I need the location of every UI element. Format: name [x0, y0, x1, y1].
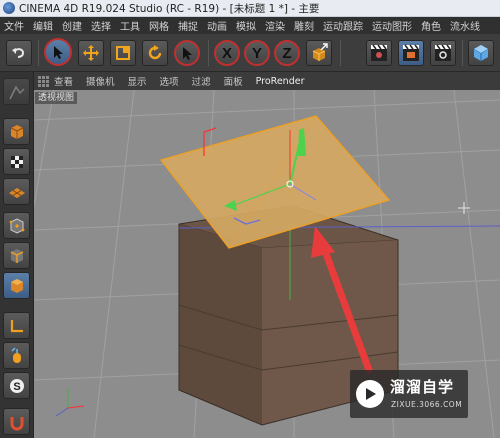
world-axis-indicator	[55, 388, 85, 417]
x-axis-lock-button[interactable]: X	[214, 40, 240, 66]
viewport-menu-options[interactable]: 选项	[160, 74, 179, 88]
add-cube-button[interactable]	[468, 40, 494, 66]
menu-tools[interactable]: 工具	[120, 18, 140, 33]
play-icon	[366, 388, 376, 400]
z-axis-lock-button[interactable]: Z	[274, 40, 300, 66]
menu-edit[interactable]: 编辑	[33, 18, 53, 33]
x-axis-icon: X	[221, 44, 232, 62]
enable-axis-icon	[10, 319, 23, 332]
texture-mode-button[interactable]	[3, 148, 30, 175]
viewport-menu-display[interactable]: 显示	[128, 74, 147, 88]
window-title: CINEMA 4D R19.024 Studio (RC - R19) - [未…	[19, 2, 320, 15]
make-editable-icon	[8, 85, 25, 99]
y-axis-icon: Y	[251, 44, 262, 62]
move-icon	[83, 45, 99, 61]
viewport-label: 透视视图	[35, 92, 78, 104]
menu-snap[interactable]: 捕捉	[178, 18, 198, 33]
snap-button[interactable]: S	[3, 372, 30, 399]
points-mode-button[interactable]	[3, 212, 30, 239]
render-picture-viewer-button[interactable]	[398, 40, 424, 66]
viewport-menu-bar: 查看 摄像机 显示 选项 过滤 面板 ProRender	[34, 72, 500, 90]
menu-create[interactable]: 创建	[62, 18, 82, 33]
polygons-mode-icon	[10, 278, 23, 293]
left-toolbar: S	[0, 72, 34, 438]
undo-icon	[12, 48, 25, 58]
render-view-button[interactable]	[366, 40, 392, 66]
move-tool-button[interactable]	[78, 40, 104, 66]
points-mode-icon	[9, 217, 24, 234]
menu-motion-tracker[interactable]: 运动跟踪	[323, 18, 363, 33]
coordinate-system-icon	[312, 43, 328, 61]
menu-sculpt[interactable]: 雕刻	[294, 18, 314, 33]
viewport-menu-panel[interactable]: 面板	[224, 74, 243, 88]
menu-simulate[interactable]: 模拟	[236, 18, 256, 33]
render-settings-icon	[435, 44, 451, 61]
polygons-mode-button[interactable]	[3, 272, 30, 299]
snap-icon: S	[9, 378, 24, 393]
tweak-icon	[10, 346, 21, 363]
enable-axis-button[interactable]	[3, 312, 30, 339]
svg-text:S: S	[13, 381, 20, 393]
menu-character[interactable]: 角色	[421, 18, 441, 33]
main-toolbar: X Y Z	[0, 34, 500, 72]
edges-mode-button[interactable]	[3, 242, 30, 269]
workplane-mode-button[interactable]	[3, 178, 30, 205]
magnet-icon	[10, 416, 23, 430]
menu-bar: 文件 编辑 创建 选择 工具 网格 捕捉 动画 模拟 渲染 雕刻 运动跟踪 运动…	[0, 17, 500, 34]
viewport-menu-view[interactable]: 查看	[54, 74, 73, 88]
recent-tool-icon	[183, 47, 192, 60]
viewport-menu-cameras[interactable]: 摄像机	[86, 74, 115, 88]
select-tool-button[interactable]	[44, 38, 72, 66]
render-picture-viewer-icon	[403, 44, 419, 61]
menu-pipeline[interactable]: 流水线	[450, 18, 480, 33]
title-bar: CINEMA 4D R19.024 Studio (RC - R19) - [未…	[0, 0, 500, 17]
workplane-mode-icon	[8, 187, 25, 198]
z-axis-icon: Z	[282, 44, 292, 62]
toolbar-separator	[340, 40, 341, 66]
toolbar-separator	[208, 40, 209, 66]
viewport-menu-filter[interactable]: 过滤	[192, 74, 211, 88]
viewport-grip-icon	[38, 76, 49, 87]
viewport-menu-prorender[interactable]: ProRender	[256, 76, 305, 87]
magnet-button[interactable]	[3, 408, 30, 435]
undo-button[interactable]	[6, 40, 32, 66]
coordinate-system-button[interactable]	[306, 40, 332, 66]
menu-mograph[interactable]: 运动图形	[372, 18, 412, 33]
menu-animate[interactable]: 动画	[207, 18, 227, 33]
toolbar-separator	[38, 40, 39, 66]
render-view-icon	[371, 44, 387, 61]
rotate-icon	[148, 45, 162, 60]
rotate-tool-button[interactable]	[142, 40, 168, 66]
scale-tool-button[interactable]	[110, 40, 136, 66]
cinema4d-logo-icon	[3, 2, 15, 14]
cube-primitive-icon	[473, 45, 489, 61]
model-mode-button[interactable]	[3, 118, 30, 145]
y-axis-lock-button[interactable]: Y	[244, 40, 270, 66]
edges-mode-icon	[10, 248, 23, 263]
recent-tool-button[interactable]	[174, 40, 200, 66]
select-arrow-icon	[54, 46, 63, 59]
menu-mesh[interactable]: 网格	[149, 18, 169, 33]
watermark-title: 溜溜自学	[390, 378, 455, 396]
toolbar-separator	[462, 40, 463, 66]
texture-mode-icon	[10, 155, 23, 168]
model-mode-icon	[10, 124, 23, 139]
menu-select[interactable]: 选择	[91, 18, 111, 33]
menu-render[interactable]: 渲染	[265, 18, 285, 33]
menu-file[interactable]: 文件	[4, 18, 24, 33]
tweak-button[interactable]	[3, 342, 30, 369]
watermark-url: ZIXUE.3066.COM	[391, 400, 463, 409]
render-settings-button[interactable]	[430, 40, 456, 66]
watermark-badge: 溜溜自学 ZIXUE.3066.COM	[350, 370, 468, 418]
make-editable-button[interactable]	[3, 78, 30, 105]
scale-icon	[116, 46, 130, 60]
